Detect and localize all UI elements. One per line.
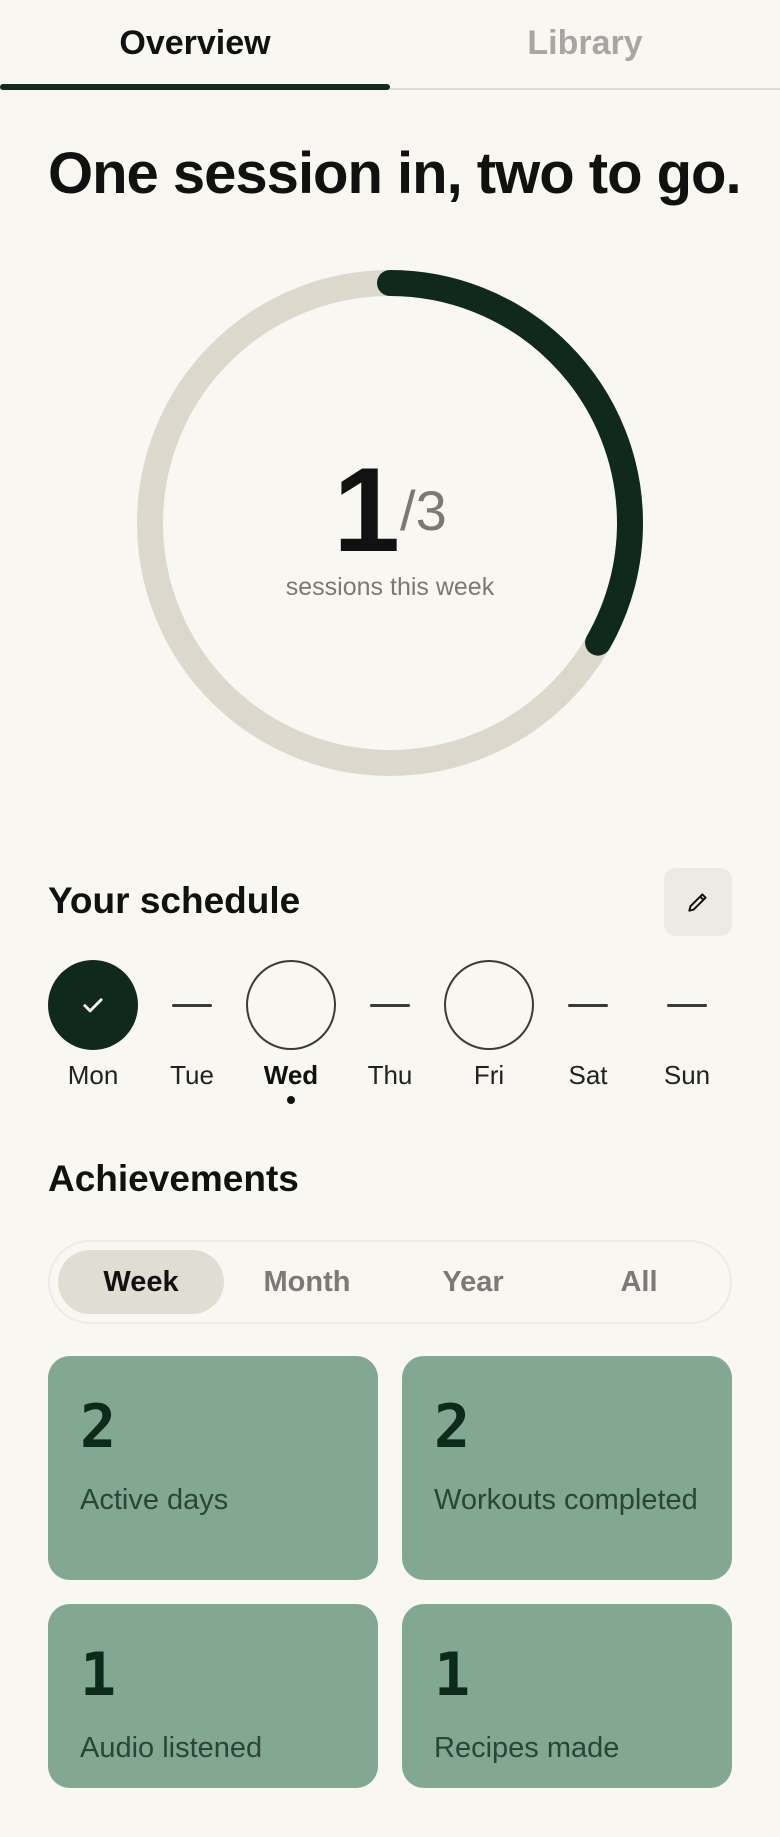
- checkmark-icon: [83, 998, 103, 1013]
- day-tue[interactable]: Tue: [147, 960, 237, 1110]
- card-label: Recipes made: [434, 1732, 620, 1764]
- weekly-schedule: Mon Tue Wed Thu Fri Sat Sun: [48, 960, 732, 1110]
- day-label: Sat: [568, 1060, 608, 1090]
- period-year[interactable]: Year: [390, 1250, 556, 1314]
- rest-day-mark: [147, 960, 237, 1050]
- tab-overview[interactable]: Overview: [0, 24, 390, 63]
- schedule-title: Your schedule: [48, 880, 301, 921]
- day-label: Fri: [473, 1060, 505, 1090]
- active-tab-indicator: [0, 84, 390, 90]
- period-week[interactable]: Week: [58, 1250, 224, 1314]
- day-label: Tue: [170, 1060, 214, 1090]
- day-sat[interactable]: Sat: [543, 960, 633, 1110]
- day-fri[interactable]: Fri: [444, 960, 534, 1110]
- overview-screen: Overview Library One session in, two to …: [0, 0, 780, 1837]
- achievement-card-workouts[interactable]: 2 Workouts completed: [402, 1356, 732, 1580]
- card-label: Audio listened: [80, 1732, 263, 1764]
- dash-icon: [667, 1003, 707, 1007]
- day-wed[interactable]: Wed: [246, 960, 336, 1110]
- achievement-card-audio[interactable]: 1 Audio listened: [48, 1604, 378, 1788]
- rest-day-mark: [345, 960, 435, 1050]
- sessions-total: /3: [400, 479, 447, 542]
- sessions-completed: 1: [333, 443, 401, 577]
- period-selector: Week Month Year All: [48, 1240, 732, 1324]
- day-sun[interactable]: Sun: [642, 960, 732, 1110]
- page-headline: One session in, two to go.: [48, 141, 742, 206]
- day-label: Mon: [67, 1060, 119, 1090]
- day-mon[interactable]: Mon: [48, 960, 138, 1110]
- tab-library[interactable]: Library: [390, 24, 780, 63]
- period-month[interactable]: Month: [224, 1250, 390, 1314]
- dash-icon: [370, 1003, 410, 1007]
- day-label-today: Wed: [263, 1060, 319, 1090]
- card-value: 2: [434, 1392, 471, 1462]
- rest-day-mark: [543, 960, 633, 1050]
- achievement-card-recipes[interactable]: 1 Recipes made: [402, 1604, 732, 1788]
- today-indicator-dot: [287, 1096, 295, 1104]
- day-thu[interactable]: Thu: [345, 960, 435, 1110]
- day-completed-mark: [48, 960, 138, 1050]
- progress-readout: 1/3 sessions this week: [137, 443, 643, 602]
- dash-icon: [568, 1003, 608, 1007]
- achievements-title: Achievements: [48, 1158, 299, 1199]
- card-value: 2: [80, 1392, 117, 1462]
- tab-bar: Overview Library: [0, 0, 780, 90]
- edit-schedule-button[interactable]: [664, 868, 732, 936]
- dash-icon: [172, 1003, 212, 1007]
- progress-caption: sessions this week: [285, 573, 495, 601]
- period-all[interactable]: All: [556, 1250, 722, 1314]
- card-value: 1: [80, 1640, 117, 1710]
- card-label: Workouts completed: [434, 1484, 698, 1516]
- card-label: Active days: [80, 1484, 229, 1516]
- rest-day-mark: [642, 960, 732, 1050]
- achievement-card-active-days[interactable]: 2 Active days: [48, 1356, 378, 1580]
- day-label: Sun: [663, 1060, 711, 1090]
- card-value: 1: [434, 1640, 471, 1710]
- planned-day-mark: [246, 960, 336, 1050]
- day-label: Thu: [367, 1060, 413, 1090]
- pencil-icon: [688, 893, 707, 912]
- planned-day-mark: [444, 960, 534, 1050]
